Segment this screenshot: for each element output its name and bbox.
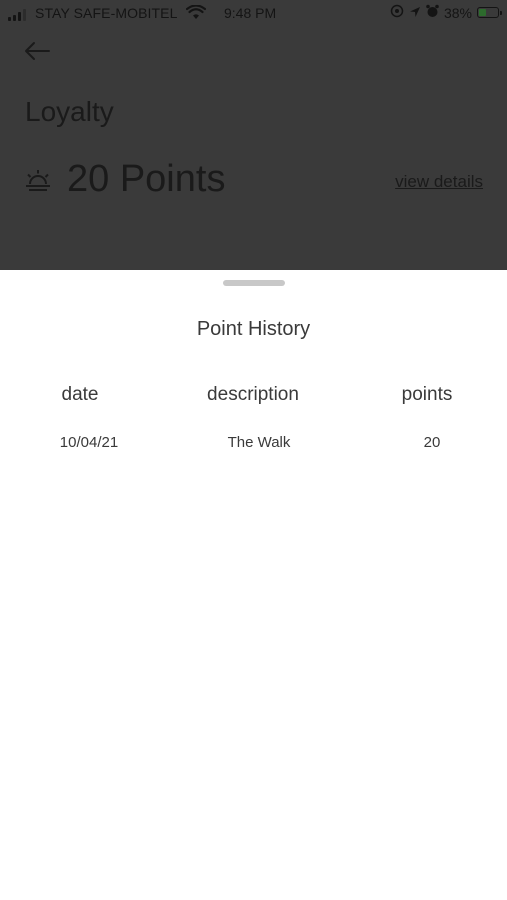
column-header-date: date: [61, 384, 99, 405]
dimmed-loyalty-page[interactable]: STAY SAFE-MOBITEL 9:48 PM 38% Loyalty 20…: [0, 0, 507, 270]
alarm-icon: [426, 4, 439, 21]
status-time: 9:48 PM: [224, 5, 277, 21]
view-details-link[interactable]: view details: [395, 172, 483, 192]
carrier-name: STAY SAFE-MOBITEL: [35, 5, 178, 21]
points-summary: 20 Points view details: [25, 156, 483, 204]
location-icon: [409, 5, 421, 21]
wifi-icon: [185, 4, 207, 23]
signal-icon: [8, 9, 26, 21]
row-date: 10/04/21: [59, 434, 119, 451]
sheet-title: Point History: [196, 318, 311, 340]
row-points: 20: [423, 434, 441, 451]
loyalty-screen: STAY SAFE-MOBITEL 9:48 PM 38% Loyalty 20…: [0, 0, 507, 900]
point-history-sheet: Point History date description points 10…: [0, 270, 507, 900]
points-balance: 20 Points: [67, 158, 226, 200]
battery-percent: 38%: [443, 4, 472, 21]
battery-icon: [477, 7, 502, 18]
row-description: The Walk: [227, 434, 291, 451]
back-arrow-icon[interactable]: [22, 38, 52, 64]
sunrise-icon: [25, 168, 51, 192]
status-bar: STAY SAFE-MOBITEL 9:48 PM 38%: [0, 0, 507, 28]
orientation-lock-icon: [390, 4, 404, 21]
page-title: Loyalty: [25, 96, 114, 127]
column-header-description: description: [207, 384, 299, 405]
column-header-points: points: [401, 384, 453, 405]
status-right-group: 38%: [390, 4, 502, 21]
sheet-drag-handle[interactable]: [223, 280, 285, 286]
